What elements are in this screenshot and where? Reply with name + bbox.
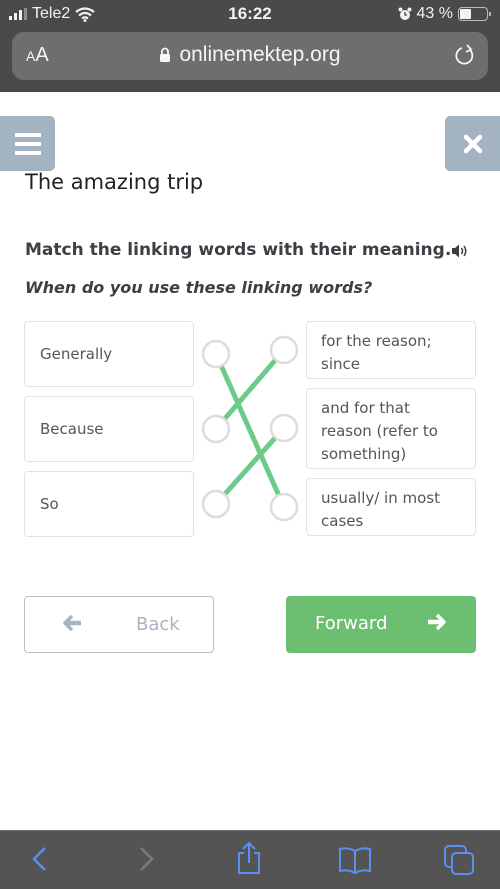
right-connector-dot-0[interactable] xyxy=(269,335,299,365)
close-button[interactable] xyxy=(445,116,500,171)
right-connector-dot-1[interactable] xyxy=(269,413,299,443)
left-item-because[interactable]: Because xyxy=(24,396,194,462)
bookmarks-icon[interactable] xyxy=(338,846,372,874)
battery-percent: 43 % xyxy=(416,5,453,22)
page-title: The amazing trip xyxy=(25,170,204,194)
browser-chrome-top: Tele2 16:22 43 % AA onlinemektep.org xyxy=(0,0,500,92)
task-subinstruction: When do you use these linking words? xyxy=(25,278,373,297)
forward-button[interactable]: Forward xyxy=(286,596,476,653)
match-line-1 xyxy=(222,358,278,421)
hamburger-icon xyxy=(14,132,41,137)
nav-back-icon[interactable] xyxy=(30,845,50,873)
address-bar[interactable]: AA onlinemektep.org xyxy=(12,32,488,80)
back-button[interactable]: Back xyxy=(24,596,214,653)
close-icon xyxy=(463,134,482,153)
battery-icon xyxy=(458,7,491,21)
right-connector-dot-2[interactable] xyxy=(269,492,299,522)
match-line-2 xyxy=(222,436,278,496)
alarm-icon xyxy=(398,7,412,20)
arrow-left-icon xyxy=(63,614,81,632)
right-item-and-for-that-reason[interactable]: and for that reason (refer to something) xyxy=(306,388,476,469)
lock-icon xyxy=(160,47,171,62)
left-connector-dot-2[interactable] xyxy=(201,489,231,519)
nav-forward-icon[interactable] xyxy=(136,845,156,873)
right-item-for-the-reason[interactable]: for the reason; since xyxy=(306,321,476,379)
left-connector-dot-1[interactable] xyxy=(201,414,231,444)
task-instruction: Match the linking words with their meani… xyxy=(25,240,452,260)
reload-icon[interactable] xyxy=(454,43,476,67)
right-item-usually[interactable]: usually/ in most cases xyxy=(306,478,476,536)
browser-toolbar xyxy=(0,830,500,889)
left-item-so[interactable]: So xyxy=(24,471,194,537)
left-item-generally[interactable]: Generally xyxy=(24,321,194,387)
left-connector-dot-0[interactable] xyxy=(201,339,231,369)
menu-button[interactable] xyxy=(0,116,55,171)
forward-label: Forward xyxy=(315,613,388,634)
back-label: Back xyxy=(136,614,180,635)
status-bar: Tele2 16:22 43 % xyxy=(0,0,500,30)
url-text[interactable]: onlinemektep.org xyxy=(179,43,340,67)
speaker-icon[interactable] xyxy=(451,243,469,259)
tabs-icon[interactable] xyxy=(443,844,475,876)
arrow-right-icon xyxy=(428,613,446,631)
share-icon[interactable] xyxy=(234,841,264,875)
